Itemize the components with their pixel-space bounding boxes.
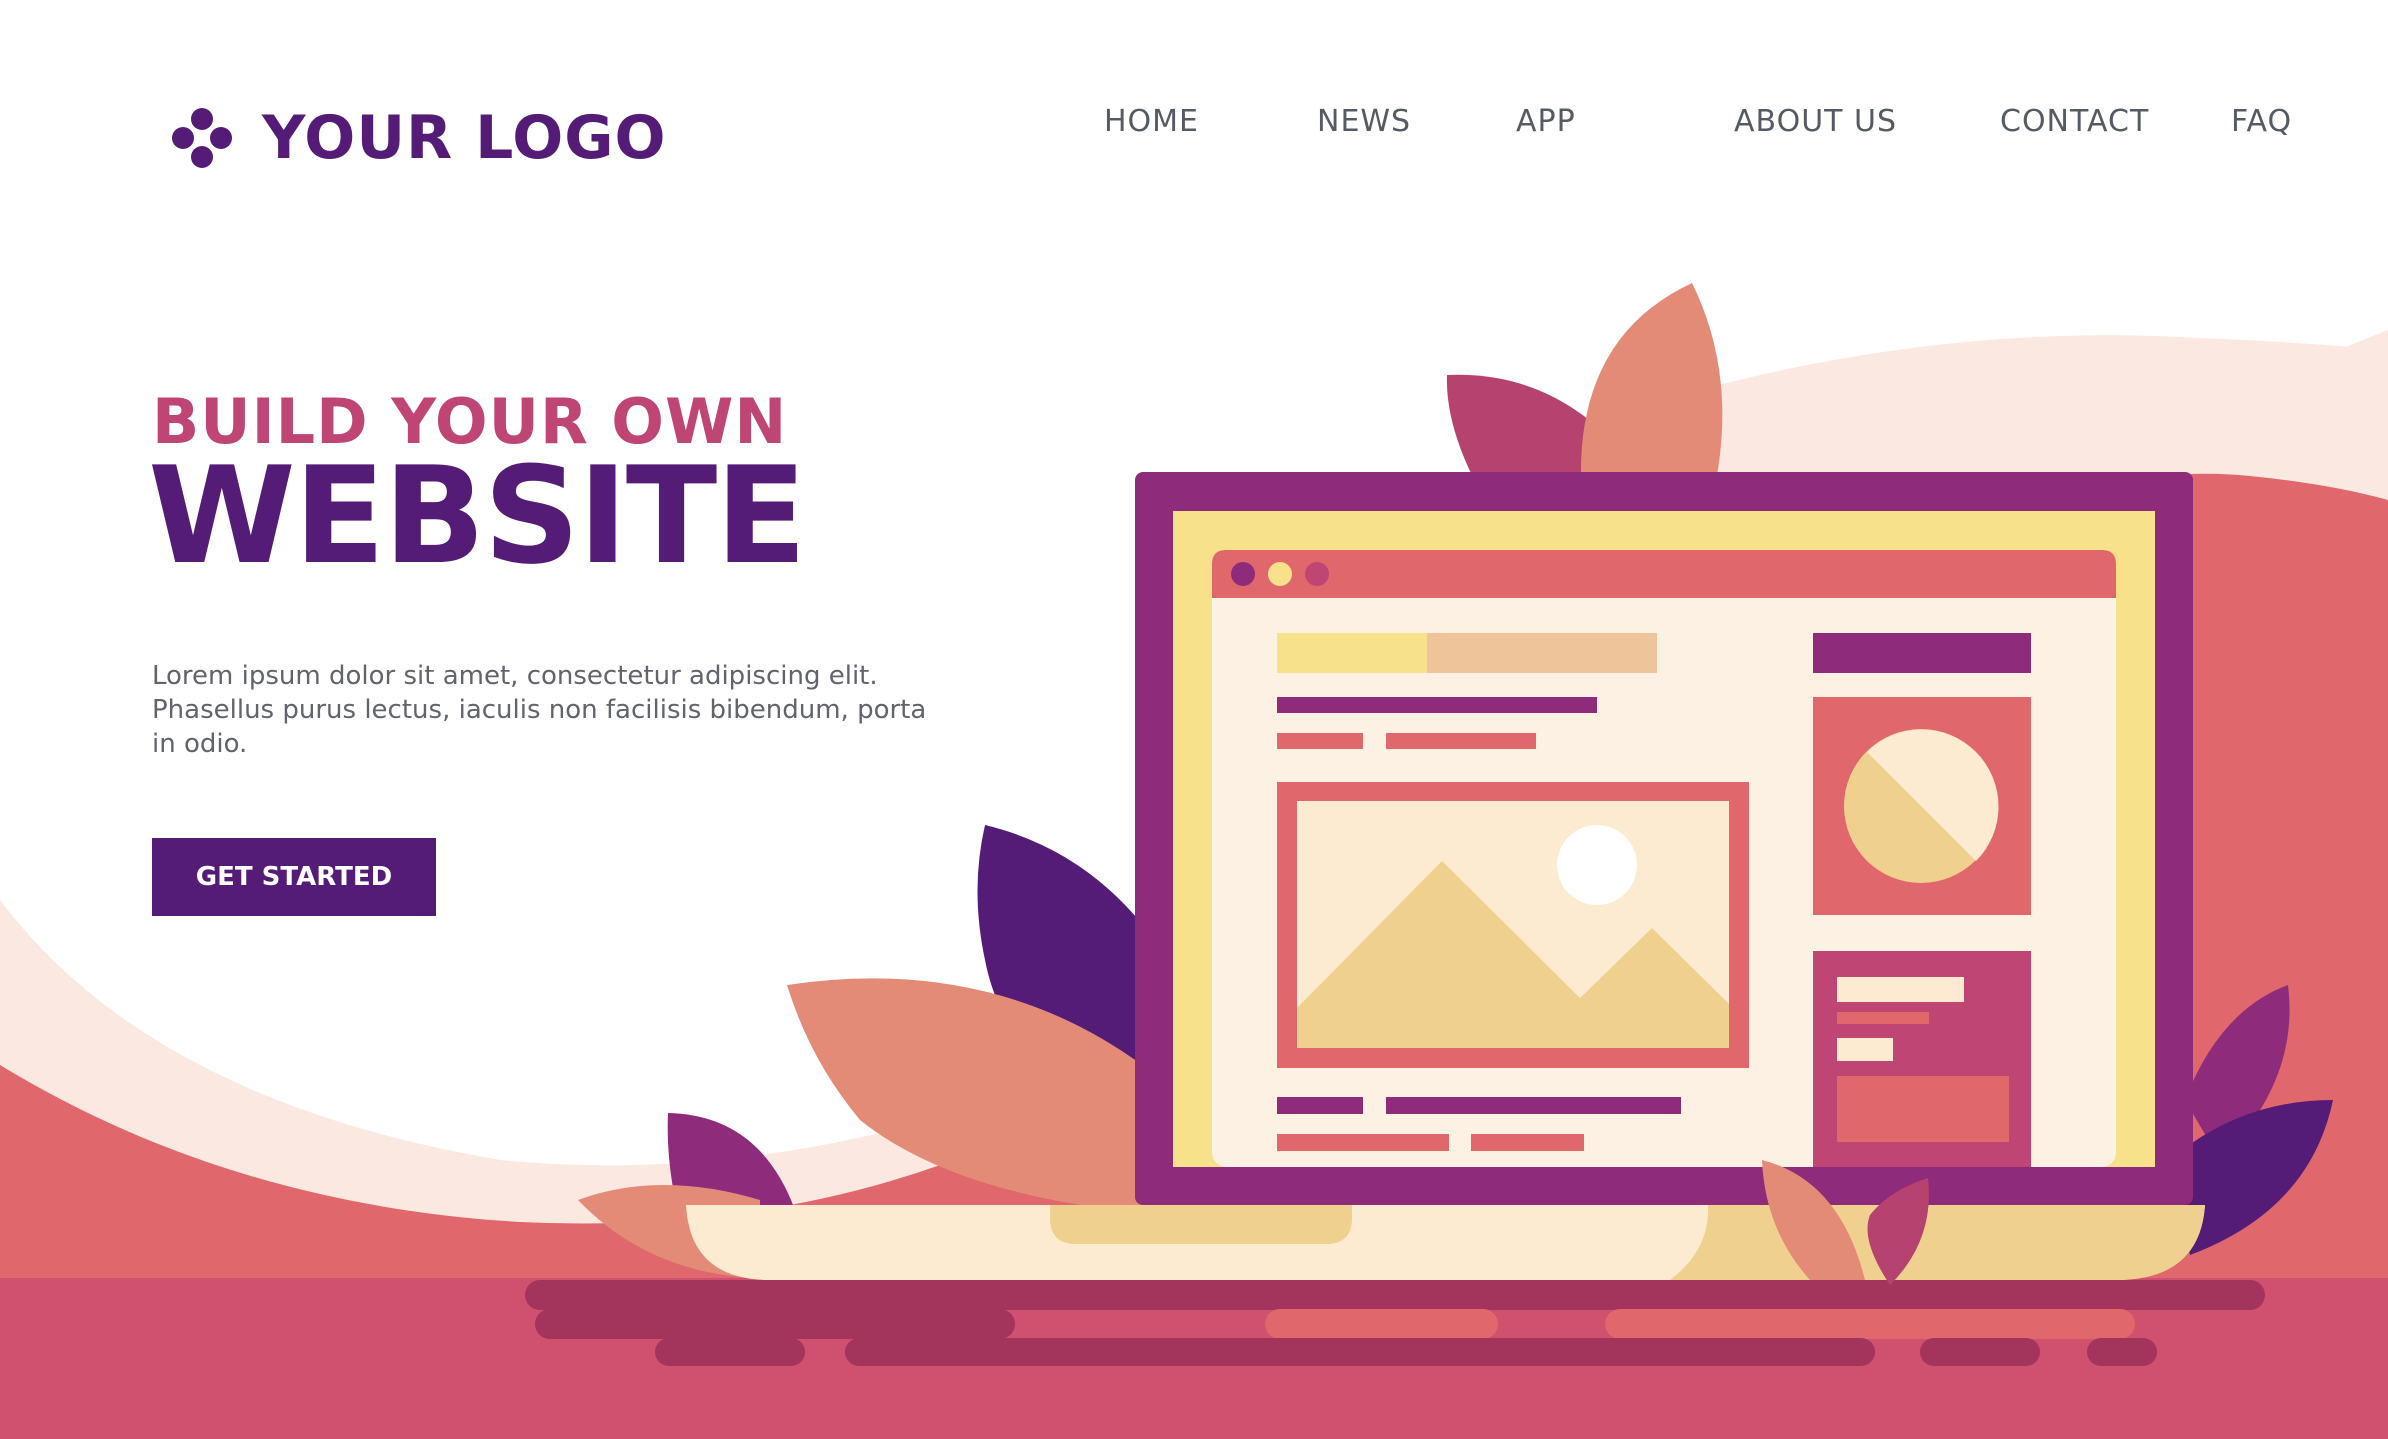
nav-home[interactable]: HOME xyxy=(1104,104,1199,139)
leaf xyxy=(1580,283,1723,500)
mock-card-block xyxy=(1837,1076,2009,1142)
hero-title: WEBSITE xyxy=(148,438,807,594)
four-dot-flower-icon xyxy=(172,108,232,168)
get-started-button[interactable]: GET STARTED xyxy=(152,838,436,916)
browser-titlebar xyxy=(1212,550,2116,598)
mock-text-line xyxy=(1837,1012,1929,1024)
ground-stripe xyxy=(1605,1309,2135,1339)
ground-stripe xyxy=(1265,1309,1498,1339)
site-header: YOUR LOGO HOME NEWS APP ABOUT US CONTACT… xyxy=(0,0,2388,250)
window-dot-close xyxy=(1231,562,1255,586)
nav-contact[interactable]: CONTACT xyxy=(2000,104,2149,139)
mock-banner-tan xyxy=(1427,633,1657,673)
ground-stripe xyxy=(1920,1338,2040,1366)
laptop-trackpad-notch xyxy=(1050,1205,1352,1244)
mock-text-line xyxy=(1556,1097,1681,1114)
hero-body: Lorem ipsum dolor sit amet, consectetur … xyxy=(152,661,927,759)
pie-chart-icon xyxy=(1813,697,2031,915)
mock-text-line xyxy=(1277,1134,1449,1151)
ground-stripe xyxy=(2087,1338,2157,1366)
mock-text-line xyxy=(1837,1038,1893,1061)
nav-news[interactable]: NEWS xyxy=(1317,104,1411,139)
mock-text-line xyxy=(1277,697,1597,713)
mock-text-line xyxy=(1277,733,1363,749)
nav-faq[interactable]: FAQ xyxy=(2231,104,2292,139)
window-dot-minimize xyxy=(1268,562,1292,586)
mock-banner-yellow xyxy=(1277,633,1427,673)
nav-about-us[interactable]: ABOUT US xyxy=(1734,104,1897,139)
nav-app[interactable]: APP xyxy=(1516,104,1576,139)
mock-text-line xyxy=(1386,733,1536,749)
ground-stripe xyxy=(655,1338,805,1366)
logo-text: YOUR LOGO xyxy=(262,103,667,173)
window-dot-maximize xyxy=(1305,562,1329,586)
mock-text-line xyxy=(1837,977,1964,1002)
mock-text-line xyxy=(1471,1134,1584,1151)
mock-sidebar-header xyxy=(1813,633,2031,673)
ground-stripe xyxy=(535,1309,1015,1339)
mock-text-line xyxy=(1386,1097,1578,1114)
ground-stripe xyxy=(845,1338,1875,1366)
mountain-sun-image-icon xyxy=(1277,782,1749,1068)
laptop-base-shade xyxy=(1670,1205,2205,1280)
ground-stripe xyxy=(525,1280,2265,1310)
mock-text-line xyxy=(1277,1097,1363,1114)
logo[interactable]: YOUR LOGO xyxy=(170,98,666,178)
